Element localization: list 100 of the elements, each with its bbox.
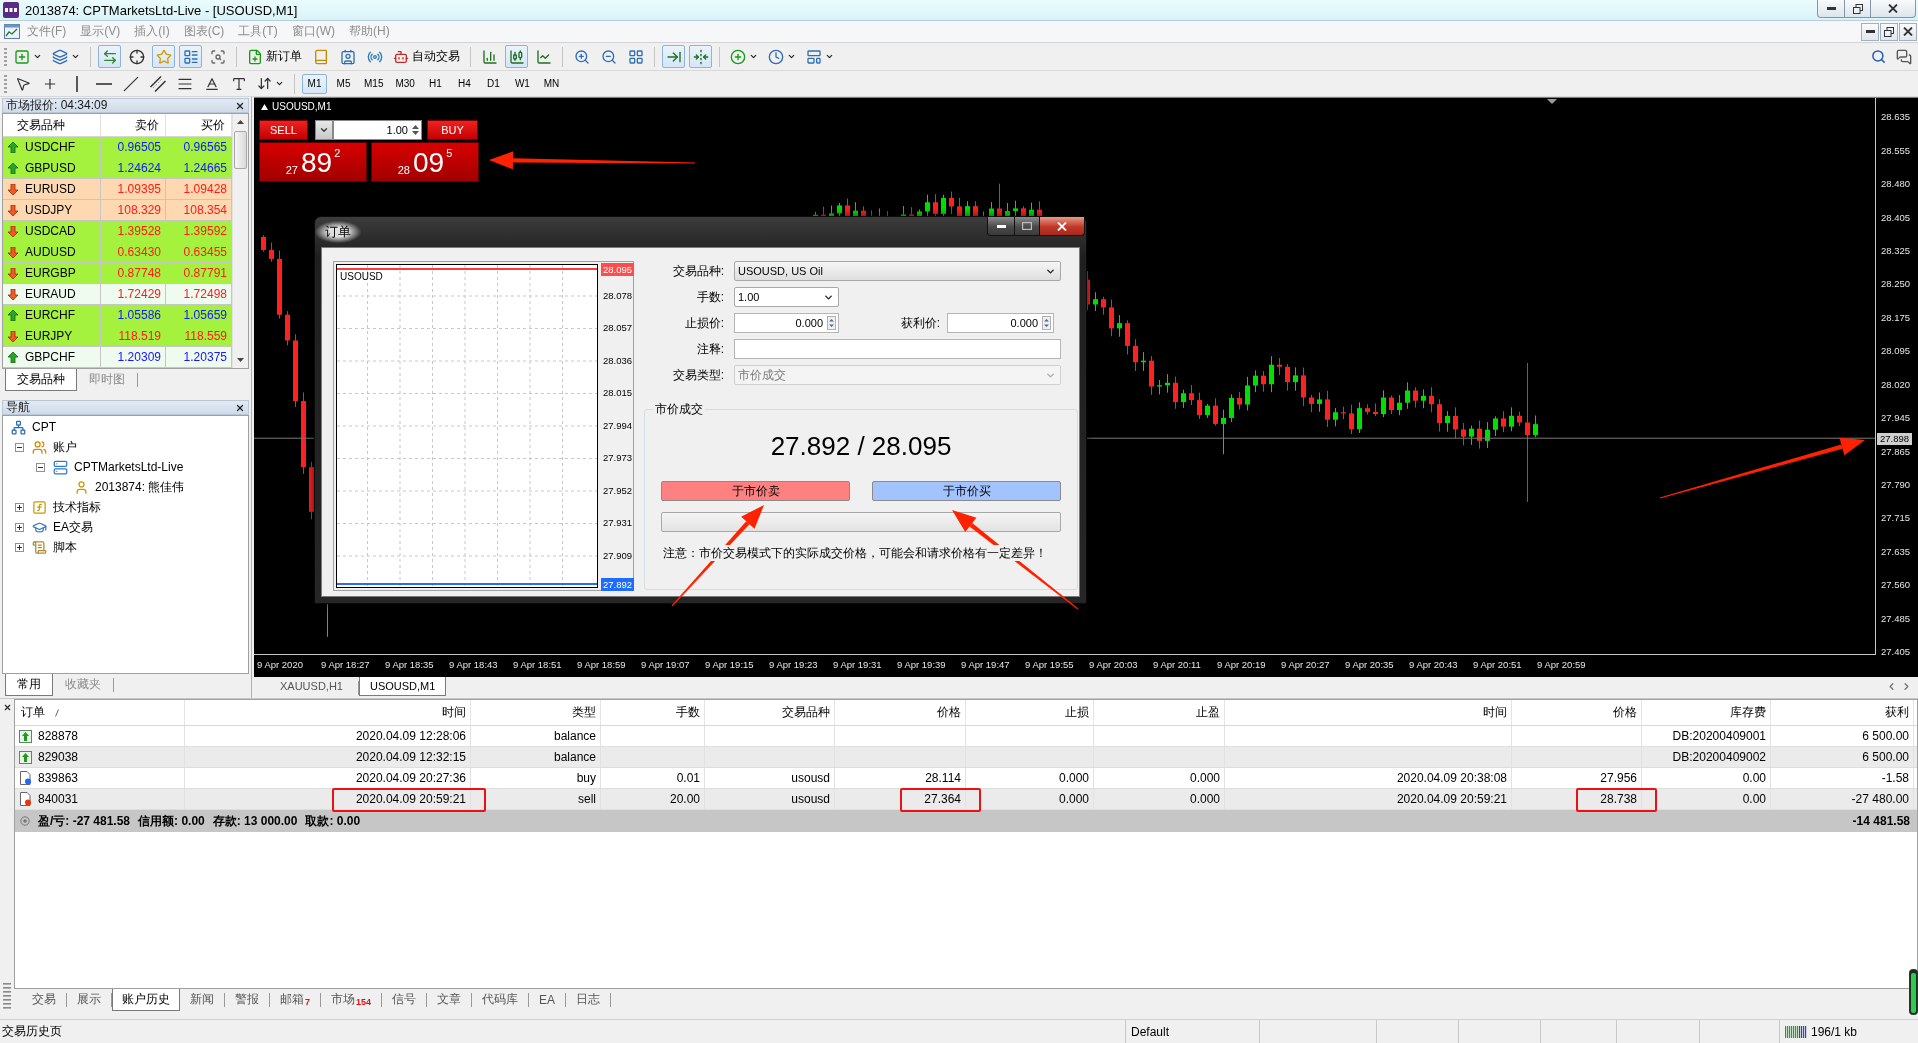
search-icon[interactable] bbox=[1871, 49, 1886, 64]
timeframe-button[interactable]: M1 bbox=[302, 73, 327, 94]
panel-tab[interactable]: 常用 bbox=[5, 674, 53, 696]
stop-loss-field[interactable]: 0.000 bbox=[734, 313, 839, 333]
column-header[interactable]: 买价 bbox=[166, 114, 232, 137]
chat-icon[interactable] bbox=[1896, 48, 1912, 65]
column-header[interactable]: 价格 bbox=[835, 700, 966, 725]
lots-field[interactable]: 1.00 bbox=[333, 120, 422, 140]
sell-button[interactable]: SELL bbox=[259, 120, 308, 140]
tree-item[interactable]: 技术指标 bbox=[53, 498, 101, 516]
history-row[interactable]: 828878 2020.04.09 12:28:06 balance DB:20200409001 6 500.00 bbox=[15, 726, 1917, 747]
scrollbar-thumb[interactable] bbox=[234, 131, 247, 169]
tree-item[interactable]: CPT bbox=[32, 420, 56, 434]
close-button[interactable] bbox=[2, 703, 12, 712]
column-header[interactable]: 手数 bbox=[601, 700, 705, 725]
signal-bars-icon bbox=[1785, 1025, 1807, 1038]
column-header[interactable]: 库存费 bbox=[1642, 700, 1771, 725]
column-header[interactable]: 交易品种 bbox=[705, 700, 835, 725]
symbol-select[interactable]: USOUSD, US Oil bbox=[734, 261, 1061, 281]
close-button[interactable] bbox=[235, 402, 245, 413]
column-header[interactable]: 时间 bbox=[185, 700, 471, 725]
chart-tab[interactable]: USOUSD,M1 bbox=[358, 677, 447, 696]
history-row[interactable]: 829038 2020.04.09 12:32:15 balance DB:20200409002 6 500.00 bbox=[15, 747, 1917, 768]
quote-row[interactable]: USDCAD 1.39528 1.39592 bbox=[3, 221, 232, 242]
tree-item[interactable]: 2013874: 熊佳伟 bbox=[95, 478, 185, 496]
terminal-tab[interactable]: 信号 bbox=[382, 989, 427, 1011]
toolbar-button[interactable] bbox=[179, 45, 202, 68]
column-header[interactable]: 时间 bbox=[1225, 700, 1512, 725]
close-button[interactable] bbox=[1870, 0, 1916, 18]
quote-row[interactable]: EURGBP 0.87748 0.87791 bbox=[3, 263, 232, 284]
minimize-button[interactable] bbox=[1817, 0, 1845, 18]
column-header[interactable]: 类型 bbox=[471, 700, 601, 725]
timeframe-button[interactable]: H1 bbox=[422, 73, 448, 94]
quote-row[interactable]: GBPUSD 1.24624 1.24665 bbox=[3, 158, 232, 179]
close-button[interactable] bbox=[1039, 217, 1085, 236]
buy-market-button[interactable]: 于市价买 bbox=[872, 481, 1061, 501]
price-label: 27.973 bbox=[602, 451, 634, 464]
column-header[interactable]: 订单 bbox=[15, 700, 185, 725]
column-header[interactable]: 价格 bbox=[1512, 700, 1642, 725]
minimize-button[interactable] bbox=[987, 217, 1015, 236]
quote-row[interactable]: EURAUD 1.72429 1.72498 bbox=[3, 284, 232, 305]
history-row[interactable]: 839863 2020.04.09 20:27:36 buy 0.01 usousd 28.114 0.000 0.000 2020.04.09 20:38:08 27.956 0.00 -1.58 bbox=[15, 768, 1917, 789]
history-row[interactable]: 840031 2020.04.09 20:59:21 sell 20.00 usousd 27.364 0.000 0.000 2020.04.09 20:59:21 28.738 0.00 -27 480.00 bbox=[15, 789, 1917, 810]
panel-tab[interactable]: 交易品种 bbox=[5, 369, 77, 391]
maximize-button[interactable] bbox=[1014, 217, 1040, 236]
timeframe-button[interactable]: W1 bbox=[509, 73, 535, 94]
column-header[interactable]: 止盈 bbox=[1094, 700, 1225, 725]
comment-field[interactable] bbox=[734, 339, 1061, 359]
price-label: 27.945 bbox=[1881, 412, 1911, 425]
close-button[interactable] bbox=[1899, 22, 1917, 41]
scroll-right-icon[interactable] bbox=[1901, 681, 1912, 692]
restore-button[interactable] bbox=[1880, 22, 1898, 41]
terminal-tab[interactable]: 日志 bbox=[566, 989, 611, 1011]
minus-box-icon[interactable] bbox=[36, 462, 45, 472]
terminal-tab[interactable]: 交易 bbox=[22, 989, 66, 1011]
timeframe-button[interactable]: M5 bbox=[331, 73, 356, 94]
plus-box-icon[interactable] bbox=[15, 502, 24, 512]
minimize-button[interactable] bbox=[1861, 22, 1879, 41]
plus-box-icon[interactable] bbox=[15, 542, 24, 552]
column-header[interactable]: 交易品种 bbox=[3, 114, 101, 137]
tree-item[interactable]: 账户 bbox=[53, 438, 77, 456]
tree-item[interactable]: CPTMarketsLtd-Live bbox=[74, 460, 184, 474]
timeframe-button[interactable]: H4 bbox=[451, 73, 477, 94]
terminal-tab[interactable]: 警报 bbox=[225, 989, 269, 1011]
quote-row[interactable]: EURCHF 1.05586 1.05659 bbox=[3, 305, 232, 326]
volume-field[interactable]: 1.00 bbox=[734, 287, 839, 307]
terminal-tab[interactable]: 账户历史 bbox=[112, 989, 180, 1011]
dropdown-button[interactable] bbox=[315, 120, 333, 140]
take-profit-field[interactable]: 0.000 bbox=[947, 313, 1054, 333]
toolbar-button[interactable]: 自动交易 bbox=[390, 45, 463, 68]
restore-button[interactable] bbox=[1844, 0, 1871, 18]
column-header[interactable]: 卖价 bbox=[101, 114, 166, 137]
terminal-tab[interactable]: 新闻 bbox=[180, 989, 224, 1011]
timeframe-button[interactable]: D1 bbox=[480, 73, 506, 94]
column-header[interactable]: 止损 bbox=[966, 700, 1094, 725]
plus-box-icon[interactable] bbox=[15, 522, 24, 532]
toolbar-button[interactable] bbox=[505, 45, 528, 68]
group-title: 市价成交 bbox=[654, 401, 704, 418]
column-header[interactable]: 获利 bbox=[1771, 700, 1914, 725]
quote-row[interactable]: EURJPY 118.519 118.559 bbox=[3, 326, 232, 347]
timeframe-button[interactable]: M30 bbox=[391, 73, 419, 94]
quote-row[interactable]: USDCHF 0.96505 0.96565 bbox=[3, 137, 232, 158]
buy-button[interactable]: BUY bbox=[427, 120, 478, 140]
quote-row[interactable]: EURUSD 1.09395 1.09428 bbox=[3, 179, 232, 200]
tree-item[interactable]: 脚本 bbox=[53, 538, 77, 556]
chart-tab[interactable]: XAUUSD,H1 bbox=[269, 677, 354, 696]
toolbar-button[interactable]: 新订单 bbox=[244, 45, 305, 68]
close-button[interactable] bbox=[235, 100, 245, 111]
timeframe-button[interactable]: M15 bbox=[360, 73, 388, 94]
sell-market-button[interactable]: 于市价卖 bbox=[661, 481, 850, 501]
timeframe-button[interactable]: MN bbox=[538, 73, 564, 94]
tree-item[interactable]: EA交易 bbox=[53, 518, 93, 536]
terminal-tab[interactable]: EA bbox=[529, 989, 566, 1011]
terminal-tab[interactable]: 文章 bbox=[427, 989, 472, 1011]
terminal-tab[interactable]: 代码库 bbox=[472, 989, 529, 1011]
quote-row[interactable]: USDJPY 108.329 108.354 bbox=[3, 200, 232, 221]
minus-box-icon[interactable] bbox=[15, 442, 24, 452]
terminal-tab[interactable]: 展示 bbox=[67, 989, 111, 1011]
quote-row[interactable]: AUDUSD 0.63430 0.63455 bbox=[3, 242, 232, 263]
quote-row[interactable]: GBPCHF 1.20309 1.20375 bbox=[3, 347, 232, 368]
